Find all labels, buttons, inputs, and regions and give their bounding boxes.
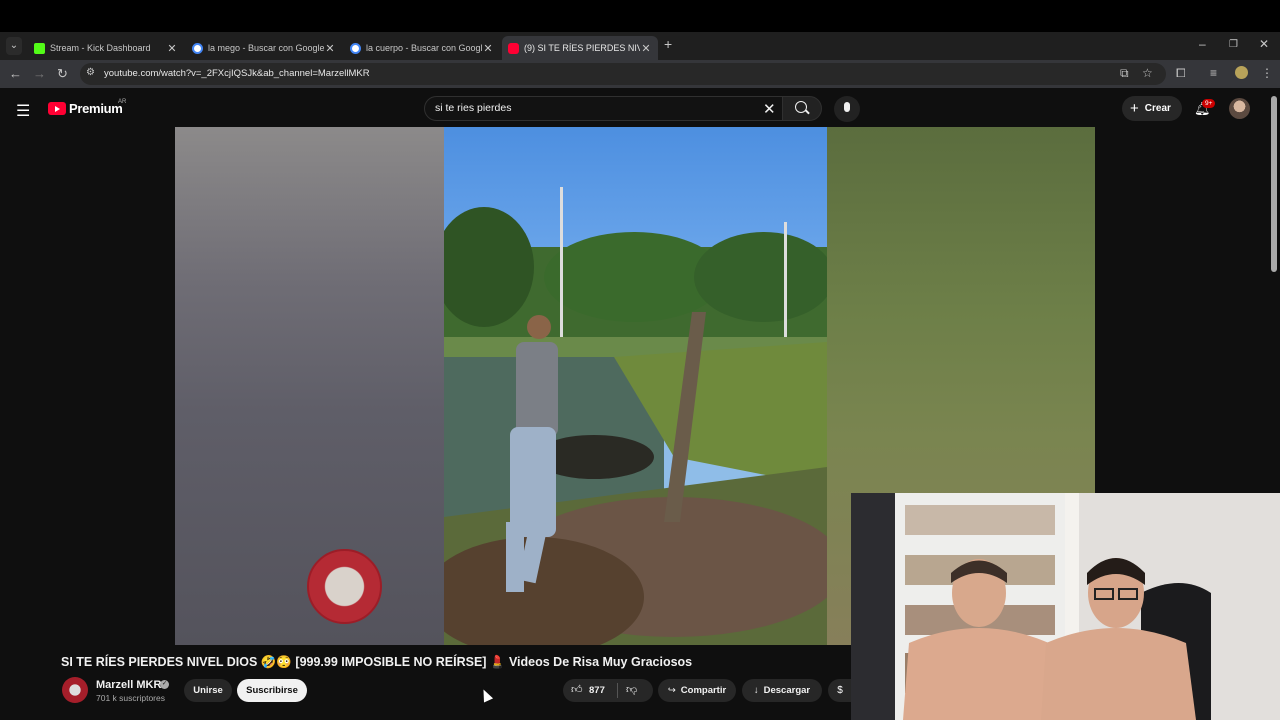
create-label: Crear [1144,103,1171,114]
restore-icon[interactable]: ❐ [1229,39,1238,50]
share-button[interactable]: ↪ Compartir [658,679,736,702]
clear-search-icon[interactable]: ✕ [763,100,776,118]
join-button[interactable]: Unirse [184,679,232,702]
download-button[interactable]: ↓ Descargar [742,679,822,702]
back-arrow-icon[interactable]: ← [9,66,22,81]
tab-close-icon[interactable]: ✕ [640,42,652,55]
media-controls-icon[interactable]: ≡ [1210,66,1217,80]
search-query-text[interactable]: si te ries pierdes [435,102,511,114]
verified-check-icon: ✓ [160,680,169,689]
tab-close-icon[interactable]: ✕ [324,42,336,55]
share-arrow-icon: ↪ [667,685,676,696]
notification-badge: 9+ [1202,99,1216,108]
profile-icon[interactable] [1235,66,1248,79]
tab-label: (9) SI TE RÍES PIERDES NIVEL D [524,43,640,53]
forward-arrow-icon[interactable]: → [33,66,46,81]
streamer-webcam-overlay [851,493,1280,720]
video-title: SI TE RÍES PIERDES NIVEL DIOS 🤣😳 [999.99… [61,655,693,669]
plus-icon: + [1130,100,1139,117]
window-close-icon[interactable]: ✕ [1259,37,1269,51]
tab-label: Stream - Kick Dashboard [50,43,151,53]
channel-name[interactable]: Marzell MKR [96,679,161,691]
bookmark-star-icon[interactable]: ☆ [1142,66,1153,80]
url-text[interactable]: youtube.com/watch?v=_2FXcjIQSJk&ab_chann… [104,68,370,79]
like-divider [617,683,618,698]
install-app-icon[interactable]: ⧉ [1120,66,1129,81]
subscribe-button[interactable]: Suscribirse [237,679,307,702]
thanks-dollar-icon[interactable]: $ [828,679,852,702]
channel-avatar[interactable] [62,677,88,703]
tab-close-icon[interactable]: ✕ [482,42,494,55]
logo-region-code: AR [118,99,127,105]
download-label: Descargar [763,685,811,696]
top-black-strip [0,0,1280,32]
like-count[interactable]: 877 [589,685,605,696]
account-avatar[interactable] [1229,98,1250,119]
tab-close-icon[interactable]: ✕ [166,42,178,55]
search-icon[interactable] [795,101,807,113]
google-favicon-icon [350,42,361,54]
youtube-favicon-icon [508,42,519,54]
youtube-play-logo-icon [48,102,66,115]
reload-icon[interactable]: ↻ [57,66,68,82]
video-blur-left [175,127,444,645]
kick-favicon-icon [34,42,45,54]
tab-youtube-video[interactable]: (9) SI TE RÍES PIERDES NIVEL D ✕ [502,36,658,60]
microphone-icon[interactable] [844,102,850,112]
site-info-icon[interactable]: ⚙ [86,67,95,78]
video-scene-image [444,187,827,645]
extensions-puzzle-icon[interactable]: ⧠ [1176,66,1186,81]
tab-label: la cuerpo - Buscar con Google [366,43,482,53]
tab-search-dropdown-icon[interactable]: ⌄ [6,37,22,55]
thumbs-down-icon[interactable]: 👎︎ [626,683,637,696]
create-button[interactable]: + Crear [1122,96,1182,121]
share-label: Compartir [680,685,727,696]
webcam-scene-image [851,493,1280,720]
tab-google-la-cuerpo[interactable]: la cuerpo - Buscar con Google ✕ [344,36,500,60]
chrome-menu-icon[interactable]: ⋮ [1261,66,1273,80]
channel-watermark-logo[interactable] [307,549,382,624]
mouse-cursor-icon [478,687,494,703]
page-scrollbar[interactable] [1271,96,1277,272]
browser-tab-bar: ⌄ Stream - Kick Dashboard ✕ la mego - Bu… [0,32,1280,60]
tab-google-la-mego[interactable]: la mego - Buscar con Google ✕ [186,36,342,60]
hamburger-menu-icon[interactable]: ☰ [16,101,30,121]
download-arrow-icon: ↓ [753,685,759,696]
video-frame[interactable] [444,127,827,645]
youtube-premium-logo[interactable]: Premium [48,101,123,116]
thumbs-up-icon[interactable]: 👍︎ [571,683,583,696]
logo-text: Premium [69,101,123,116]
google-favicon-icon [192,42,203,54]
tab-kick-dashboard[interactable]: Stream - Kick Dashboard ✕ [28,36,184,60]
subscriber-count: 701 k suscriptores [96,693,165,703]
minimize-icon[interactable]: – [1199,37,1206,51]
new-tab-button[interactable]: + [664,36,672,52]
tab-label: la mego - Buscar con Google [208,43,324,53]
